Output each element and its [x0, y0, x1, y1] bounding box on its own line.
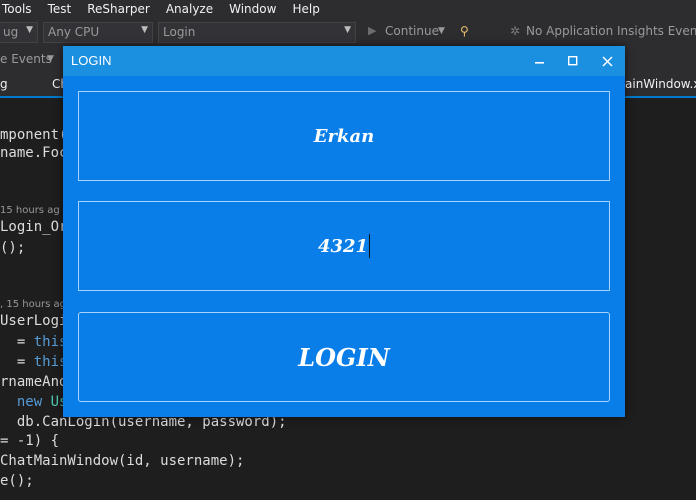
tab-1[interactable]: g: [0, 77, 8, 91]
close-icon: [601, 55, 613, 67]
code-line: rnameAnd: [0, 374, 68, 390]
chevron-down-icon: ▼: [344, 25, 351, 35]
platform-combo[interactable]: Any CPU ▼: [43, 22, 153, 43]
code-line: ChatMainWindow(id, username);: [0, 453, 245, 469]
chevron-down-icon[interactable]: ▼: [47, 54, 54, 64]
text-caret: [369, 234, 371, 258]
password-value: 4321: [317, 235, 369, 257]
code-token: =: [0, 354, 34, 370]
startup-combo[interactable]: Login ▼: [158, 22, 356, 43]
chevron-down-icon[interactable]: ▼: [438, 26, 445, 36]
window-title: LOGIN: [71, 53, 112, 68]
menu-item-analyze[interactable]: Analyze: [158, 2, 221, 16]
minimize-button[interactable]: [523, 46, 557, 76]
minimize-icon: [535, 62, 544, 64]
login-button[interactable]: LOGIN: [78, 312, 610, 402]
events-label[interactable]: e Events: [0, 52, 52, 66]
platform-combo-value: Any CPU: [48, 25, 100, 39]
tab-mainwindow[interactable]: ainWindow.x: [625, 77, 696, 91]
startup-combo-value: Login: [163, 25, 196, 39]
code-line: e();: [0, 473, 34, 489]
find-icon[interactable]: ⚲: [460, 24, 469, 38]
login-button-label: LOGIN: [298, 342, 390, 372]
login-window: LOGIN Erkan 4321 LOGIN: [63, 46, 625, 417]
continue-button[interactable]: Continue: [385, 24, 439, 38]
menu-item-resharper[interactable]: ReSharper: [79, 2, 158, 16]
code-keyword: new: [16, 394, 51, 410]
ide-toolbar: ug ▼ Any CPU ▼ Login ▼ ▶ Continue ▼ ⚲ ✲ …: [0, 18, 696, 46]
config-combo-value: ug: [3, 25, 19, 39]
menu-item-tools[interactable]: Tools: [0, 2, 40, 16]
code-line: ();: [0, 240, 26, 256]
insights-icon: ✲: [510, 24, 521, 38]
chevron-down-icon: ▼: [141, 25, 148, 35]
ide-menubar: Tools Test ReSharper Analyze Window Help: [0, 0, 696, 18]
menu-item-window[interactable]: Window: [221, 2, 284, 16]
config-combo[interactable]: ug ▼: [0, 22, 38, 43]
password-input[interactable]: 4321: [78, 201, 610, 291]
login-titlebar[interactable]: LOGIN: [63, 46, 625, 76]
close-button[interactable]: [590, 46, 624, 76]
code-line: name.Foc: [0, 145, 68, 161]
code-line: = -1) {: [0, 433, 60, 449]
insights-events-label[interactable]: No Application Insights Events: [526, 24, 696, 38]
menu-item-test[interactable]: Test: [40, 2, 80, 16]
code-line: UserLogi: [0, 313, 68, 329]
codelens-label[interactable]: , 15 hours ag: [0, 299, 66, 310]
username-input[interactable]: Erkan: [78, 91, 610, 181]
maximize-icon: [568, 56, 578, 66]
code-token: =: [0, 334, 34, 350]
code-line: mponent(: [0, 127, 68, 143]
code-line: Login_Or: [0, 219, 68, 235]
chevron-down-icon: ▼: [26, 25, 33, 35]
codelens-label[interactable]: 15 hours ag: [0, 205, 60, 216]
play-icon[interactable]: ▶: [368, 24, 376, 37]
username-value: Erkan: [313, 125, 375, 147]
menu-item-help[interactable]: Help: [284, 2, 327, 16]
maximize-button[interactable]: [556, 46, 590, 76]
